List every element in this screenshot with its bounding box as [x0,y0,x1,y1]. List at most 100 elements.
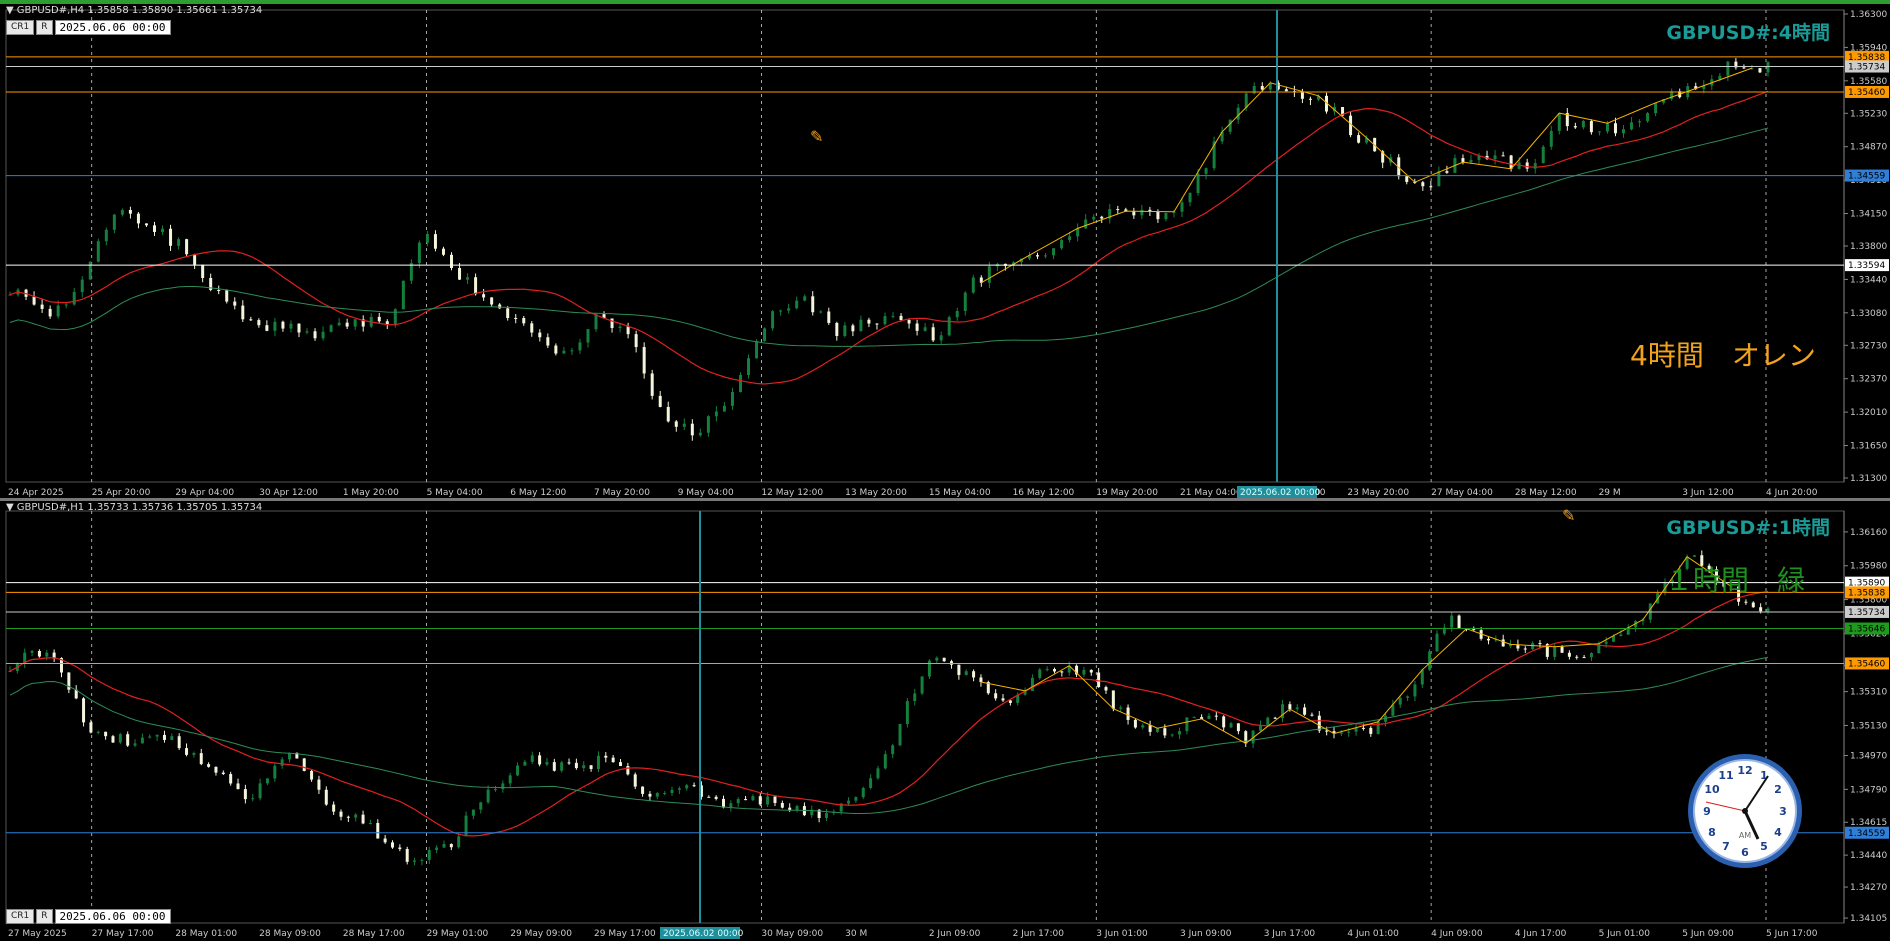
candle-body [96,731,100,733]
candle-body [1141,725,1145,728]
x-axis-tick-label: 25 Apr 20:00 [92,488,151,498]
cr-button[interactable]: CR1 [6,909,35,924]
y-axis-tick-label: 1.33080 [1850,309,1887,319]
h4-chart-canvas[interactable]: 24 Apr 2025 25 Apr 20:00 29 Apr 04:00 30 Ap… [0,4,1890,498]
y-axis-tick-label: 1.34270 [1850,883,1887,893]
candle-body [1188,192,1192,203]
candle-body [523,761,527,766]
candle-body [1111,690,1115,709]
candle-body [1567,652,1571,657]
candle-body [972,671,976,678]
candle-body [249,319,253,321]
plot-frame [5,9,1845,483]
price-level-label: 1.35734 [1848,608,1885,618]
candle-body [763,328,767,342]
price-level-label: 1.34559 [1848,829,1885,839]
svg-text:9: 9 [1703,805,1711,818]
h1-date-box[interactable]: 2025.06.06 00:00 [54,909,171,924]
candle-body [957,664,961,675]
candle-body [869,778,873,788]
candle-body [955,311,959,318]
x-axis-tick-label: 27 May 04:00 [1431,488,1493,498]
candle-body [346,816,350,818]
candle-body [1266,717,1270,725]
h1-chart-canvas[interactable]: 27 May 2025 27 May 17:00 28 May 01:00 28 Ma… [0,501,1890,941]
candle-body [243,789,247,800]
r-button[interactable]: R [36,20,53,35]
x-axis-tick-label: 15 May 04:00 [929,488,991,498]
candle-body [1347,731,1351,733]
candle-body [201,264,205,278]
candle-body [666,406,670,422]
candle-body [155,734,159,737]
candle-body [721,798,725,808]
candle-body [867,319,871,324]
collapse-triangle-icon[interactable]: ▼ [6,502,14,513]
candle-body [987,266,991,283]
candle-body [744,799,748,801]
chart-panel-h1[interactable]: 27 May 2025 27 May 17:00 28 May 01:00 28 Ma… [0,501,1890,941]
candle-body [931,327,935,341]
y-axis-tick-label: 1.36300 [1850,10,1887,20]
candle-body [891,745,895,755]
y-axis-tick-label: 1.33800 [1850,242,1887,252]
h4-big-title: GBPUSD#:4時間 [1666,22,1830,44]
r-button[interactable]: R [36,909,53,924]
candle-body [795,806,799,811]
x-axis-tick-label: 29 May 09:00 [510,929,572,939]
x-axis-tick-label: 29 May 01:00 [427,929,489,939]
candle-body [321,331,325,339]
candle-body [1461,158,1465,163]
y-axis-tick-label: 1.34615 [1850,818,1887,828]
candle-body [1228,119,1232,132]
candle-body [1361,727,1365,729]
candle-body [522,318,526,324]
candle-body [221,772,225,775]
price-level-label: 1.35838 [1848,588,1885,598]
y-axis-tick-label: 1.31650 [1850,442,1887,452]
candle-body [1742,67,1746,69]
candle-body [482,294,486,298]
candle-body [82,698,86,723]
candle-body [633,774,637,787]
candle-body [859,319,863,332]
candle-body [876,768,880,779]
y-axis-tick-label: 1.34790 [1850,785,1887,795]
candle-body [835,322,839,336]
h4-date-box[interactable]: 2025.06.06 00:00 [54,20,171,35]
candle-body [1531,643,1535,650]
candle-body [1759,607,1763,612]
candle-body [582,765,586,769]
candle-body [1170,734,1174,736]
candle-body [383,838,387,843]
candle-body [297,323,301,333]
candle-body [1525,162,1529,169]
chart-panel-h4[interactable]: 24 Apr 2025 25 Apr 20:00 29 Apr 04:00 30 Ap… [0,4,1890,498]
candle-body [1501,639,1505,647]
y-axis-tick-label: 1.34440 [1850,851,1887,861]
candle-body [1541,146,1545,164]
candle-body [1092,216,1096,220]
x-axis-tick-label: 3 Jun 17:00 [1264,929,1316,939]
candle-body [169,228,173,246]
candle-body [339,811,343,817]
candle-body [1613,123,1617,134]
candle-body [913,693,917,702]
candle-body [843,325,847,336]
candle-body [45,652,49,657]
y-axis-tick-label: 1.33440 [1850,275,1887,285]
candle-body [1605,123,1609,132]
candle-body [89,722,93,733]
candle-body [241,305,245,320]
cr-button[interactable]: CR1 [6,20,35,35]
candle-body [658,395,662,407]
y-axis-tick-label: 1.34970 [1850,752,1887,762]
candle-body [641,786,645,794]
candle-body [611,757,615,763]
y-axis-tick-label: 1.32730 [1850,341,1887,351]
candle-body [177,239,181,246]
candle-body [251,798,255,800]
collapse-triangle-icon[interactable]: ▼ [6,5,14,16]
candle-body [729,803,733,808]
candle-body [747,358,751,375]
